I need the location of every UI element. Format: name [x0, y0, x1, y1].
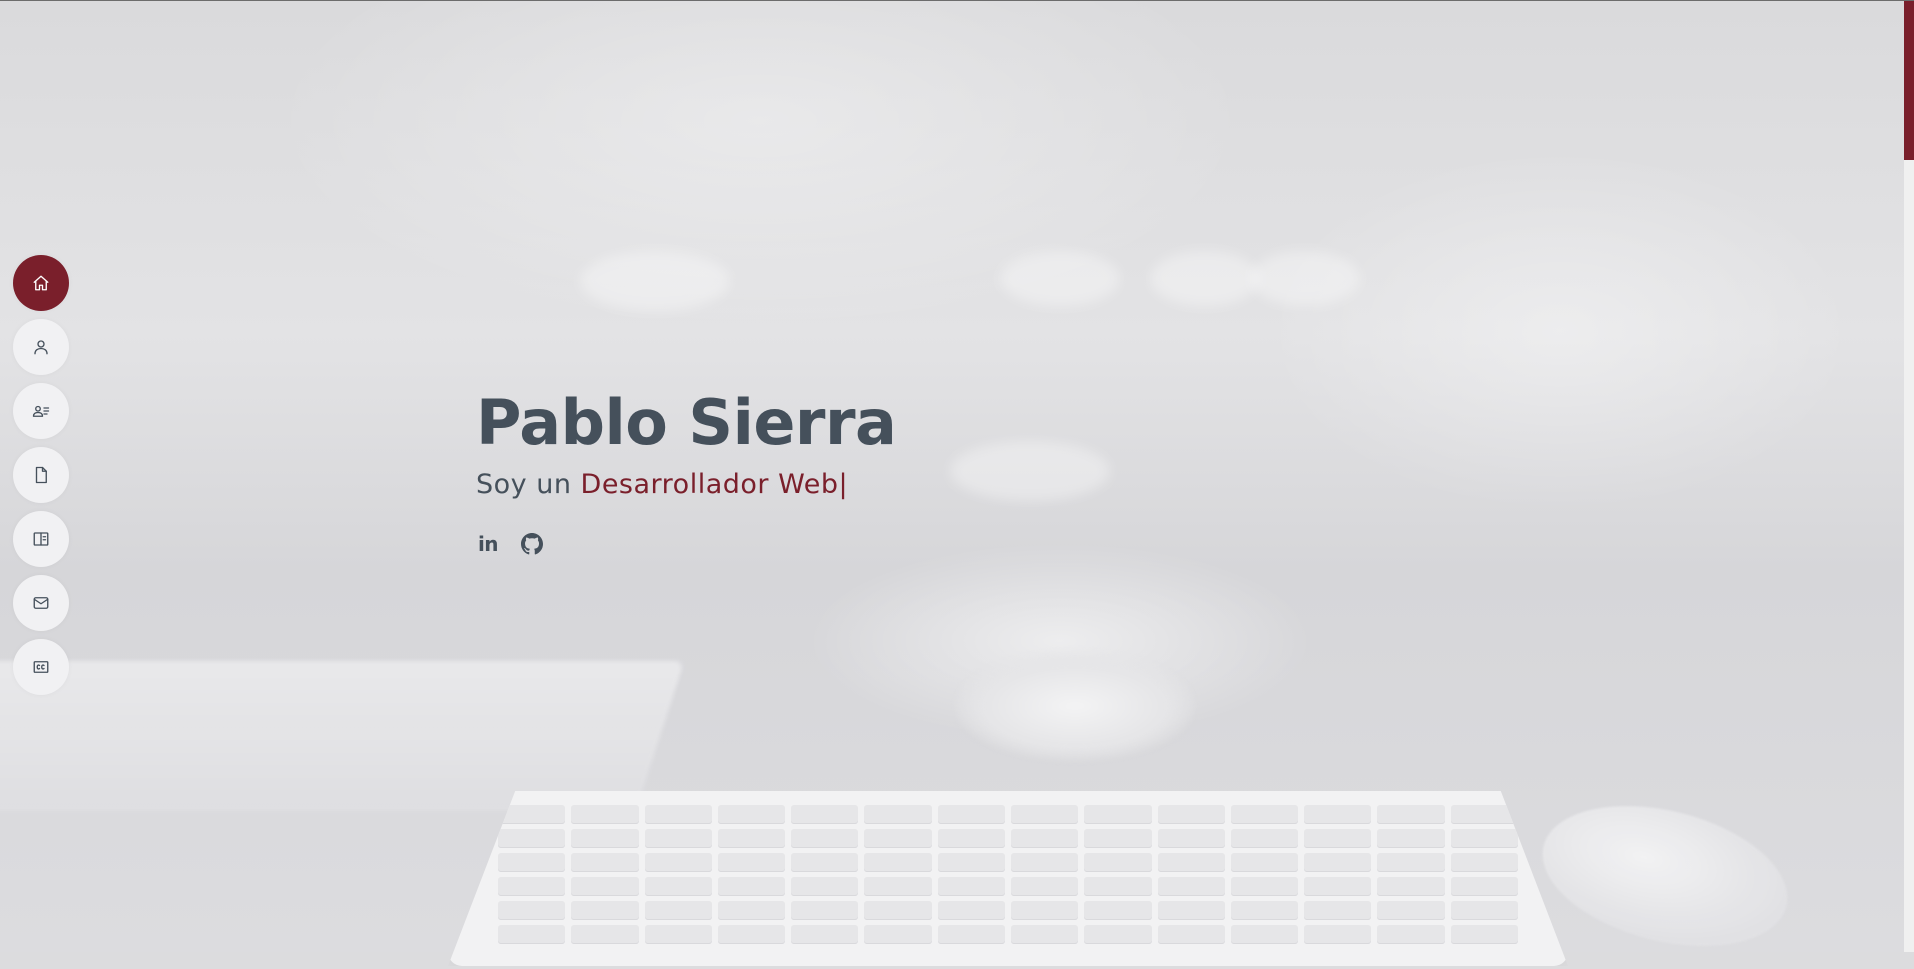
github-link[interactable] — [520, 532, 544, 556]
typing-caret: | — [838, 469, 849, 500]
background-keyboard — [448, 791, 1568, 966]
hero-section: Pablo Sierra Soy un Desarrollador Web| i… — [476, 386, 897, 556]
envelope-icon — [33, 597, 49, 609]
keyboard-keys — [498, 805, 1518, 966]
background-blur — [950, 441, 1110, 501]
nav-home-button[interactable] — [13, 255, 69, 311]
background-mouse — [1527, 782, 1803, 969]
nav-contact-button[interactable] — [13, 575, 69, 631]
social-links: in — [476, 532, 896, 556]
hero-background — [0, 1, 1904, 969]
nav-about-button[interactable] — [13, 319, 69, 375]
typed-role: Desarrollador Web — [580, 469, 839, 500]
background-laptop — [0, 661, 685, 811]
home-icon — [33, 275, 49, 291]
book-icon — [33, 532, 49, 546]
nav-resume-button[interactable] — [13, 383, 69, 439]
linkedin-link[interactable]: in — [476, 532, 500, 556]
side-nav — [13, 255, 69, 703]
resume-icon — [32, 405, 50, 417]
hero-intro: Soy un — [476, 469, 581, 500]
nav-portfolio-button[interactable] — [13, 511, 69, 567]
background-blur — [1250, 251, 1360, 306]
nav-certificates-button[interactable] — [13, 639, 69, 695]
background-cup — [955, 651, 1195, 761]
background-blur — [1150, 251, 1260, 306]
nav-documents-button[interactable] — [13, 447, 69, 503]
linkedin-icon: in — [477, 532, 499, 556]
hero-subtitle: Soy un Desarrollador Web| — [476, 468, 896, 502]
card-icon — [33, 661, 49, 673]
hero-name: Pablo Sierra — [476, 386, 897, 459]
scrollbar-thumb[interactable] — [1904, 1, 1914, 160]
background-blur — [1000, 251, 1120, 306]
background-blur — [580, 251, 730, 311]
user-icon — [34, 340, 48, 355]
file-icon — [35, 466, 47, 484]
github-icon — [521, 533, 543, 555]
